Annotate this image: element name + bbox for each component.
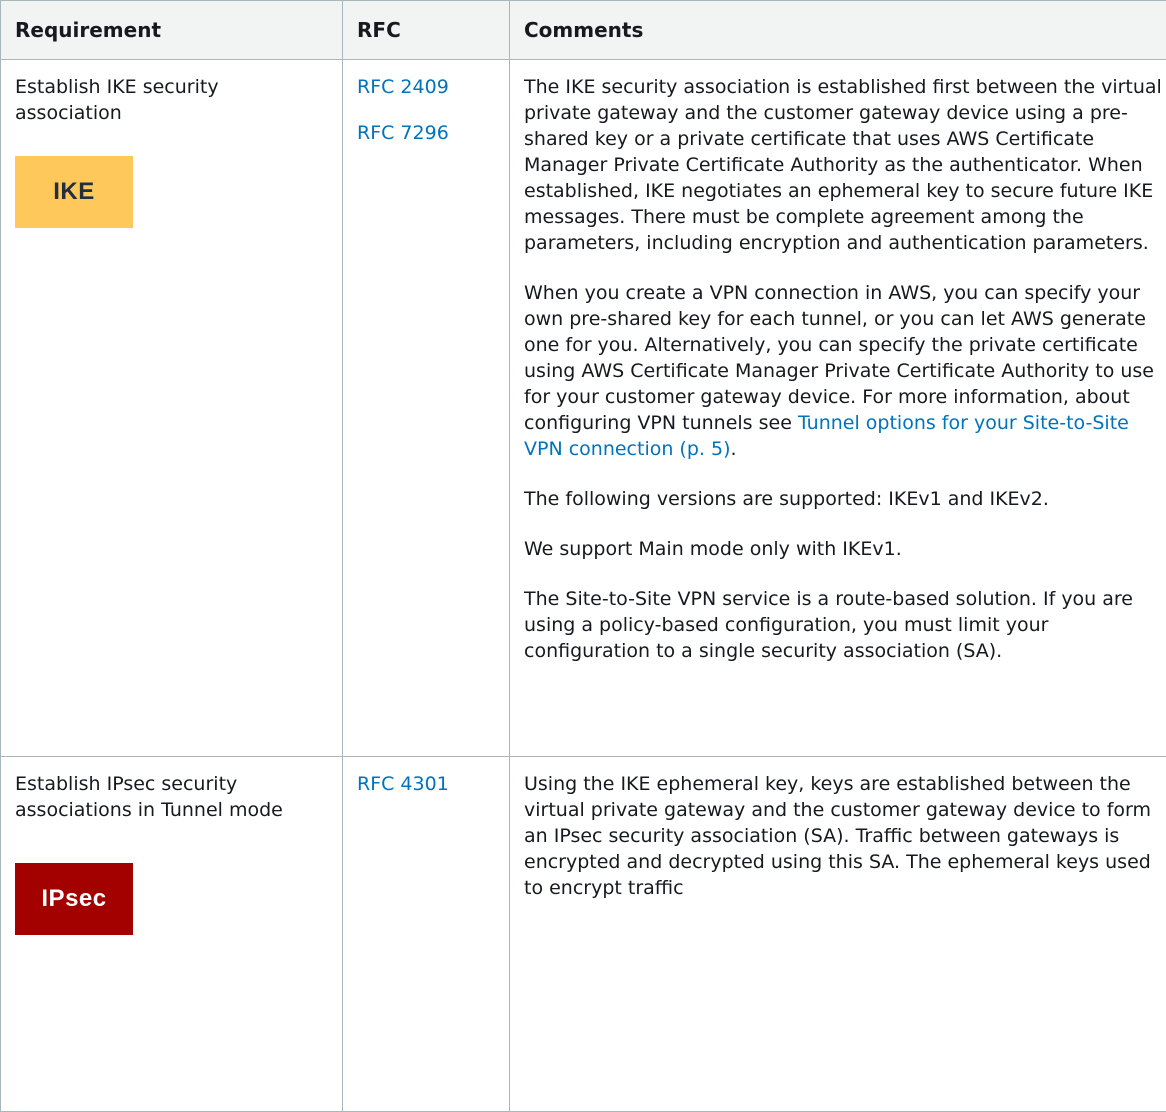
header-requirement: Requirement — [1, 1, 343, 60]
comments-cell: The IKE security association is establis… — [510, 60, 1166, 757]
ipsec-badge-label: IPsec — [41, 885, 106, 913]
comment-paragraph: The Site-to-Site VPN service is a route-… — [524, 586, 1166, 664]
table-row: Establish IPsec security associations in… — [1, 757, 1166, 1112]
requirements-table: Requirement RFC Comments Establish IKE s… — [0, 0, 1166, 1112]
comment-paragraph: We support Main mode only with IKEv1. — [524, 536, 1166, 562]
requirement-text: Establish IPsec security associations in… — [15, 771, 328, 823]
comment-text: . — [731, 438, 737, 460]
rfc-link-4301[interactable]: RFC 4301 — [357, 771, 495, 797]
table-header-row: Requirement RFC Comments — [1, 1, 1166, 60]
rfc-cell: RFC 2409 RFC 7296 — [343, 60, 510, 757]
ipsec-badge-icon: IPsec — [15, 863, 133, 935]
header-rfc: RFC — [343, 1, 510, 60]
comment-paragraph: The following versions are supported: IK… — [524, 486, 1166, 512]
requirement-cell: Establish IPsec security associations in… — [1, 757, 343, 1112]
comment-paragraph: The IKE security association is establis… — [524, 74, 1166, 256]
header-comments: Comments — [510, 1, 1166, 60]
comments-cell: Using the IKE ephemeral key, keys are es… — [510, 757, 1166, 1112]
rfc-link-7296[interactable]: RFC 7296 — [357, 120, 495, 146]
rfc-cell: RFC 4301 — [343, 757, 510, 1112]
rfc-link-2409[interactable]: RFC 2409 — [357, 74, 495, 100]
requirement-cell: Establish IKE security association IKE — [1, 60, 343, 757]
ike-badge-icon: IKE — [15, 156, 133, 228]
requirement-text: Establish IKE security association — [15, 74, 328, 126]
comment-paragraph: Using the IKE ephemeral key, keys are es… — [524, 771, 1166, 901]
comment-paragraph: When you create a VPN connection in AWS,… — [524, 280, 1166, 462]
ike-badge-label: IKE — [53, 178, 95, 206]
table-row: Establish IKE security association IKE R… — [1, 60, 1166, 757]
